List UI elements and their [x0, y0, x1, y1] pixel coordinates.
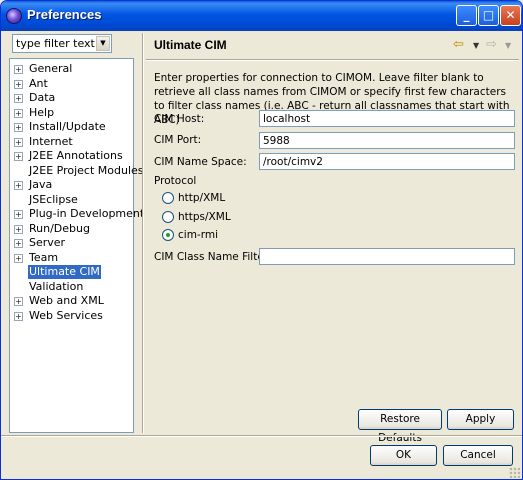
panel-splitter[interactable]: [142, 33, 144, 433]
tree-item-label: Web Services: [29, 308, 103, 322]
tree-item-label: Web and XML: [29, 294, 104, 307]
ok-button[interactable]: OK: [370, 445, 437, 466]
close-button[interactable]: ✕: [500, 5, 521, 26]
maximize-button[interactable]: □: [478, 5, 499, 26]
eclipse-icon: [6, 8, 22, 24]
preferences-nav: type filter text ▼ + General + Ant + Data + Hel…: [9, 32, 144, 433]
radio-button[interactable]: [162, 211, 174, 223]
radio-button[interactable]: [162, 192, 174, 204]
tree-item-label: Internet: [29, 134, 73, 148]
tree-item-label: Server: [29, 236, 66, 249]
minimize-icon: _: [463, 8, 470, 22]
chevron-down-icon[interactable]: ▼: [96, 36, 110, 51]
tree-item-label: Install/Update: [29, 120, 106, 133]
cim-host-input[interactable]: [259, 110, 515, 127]
cim-namespace-label: CIM Name Space:: [154, 156, 247, 168]
forward-arrow-icon[interactable]: ⇨: [486, 37, 497, 52]
tree-item-label: JSEclipse: [29, 192, 78, 206]
title-bar[interactable]: Preferences _ □ ✕: [1, 1, 522, 31]
tree-item-label: Run/Debug: [29, 221, 90, 235]
expand-plus-icon[interactable]: +: [14, 108, 23, 118]
close-icon: ✕: [505, 8, 516, 22]
radio-label: https/XML: [178, 211, 231, 223]
tree-item-label: J2EE Project Modules: [29, 163, 144, 177]
tree-item-label: Team: [29, 250, 59, 264]
resize-grip-icon[interactable]: [509, 467, 520, 478]
expand-plus-icon[interactable]: +: [14, 79, 23, 89]
tree-item-label: Plug-in Development: [29, 207, 145, 220]
expand-plus-icon[interactable]: +: [14, 224, 23, 234]
forward-menu-chevron-icon[interactable]: ▼: [505, 41, 511, 50]
tree-item-label: J2EE Annotations: [29, 149, 123, 162]
filter-input[interactable]: type filter text ▼: [12, 34, 112, 53]
expand-plus-icon[interactable]: +: [14, 94, 23, 103]
apply-button[interactable]: Apply: [447, 409, 514, 430]
tree-item-label: Ultimate CIM: [28, 265, 101, 279]
tree-item-label: Ant: [29, 76, 48, 90]
minimize-button[interactable]: _: [456, 5, 477, 26]
footer-divider: [1, 435, 522, 437]
tree-item-label: Data: [29, 91, 56, 104]
back-arrow-icon[interactable]: ⇦: [453, 37, 464, 52]
cim-port-label: CIM Port:: [154, 134, 202, 146]
cim-port-input[interactable]: [259, 132, 515, 149]
preferences-window: Preferences _ □ ✕ type filter text ▼ + Ge…: [0, 0, 523, 480]
tree-item-label: Java: [29, 178, 53, 191]
preferences-tree[interactable]: + General + Ant + Data + Help + Install/Update + In…: [9, 58, 144, 433]
expand-plus-icon[interactable]: +: [14, 210, 23, 219]
expand-plus-icon[interactable]: +: [14, 137, 23, 147]
expand-plus-icon[interactable]: +: [14, 253, 23, 263]
tree-item-label: Help: [29, 105, 55, 119]
protocol-label: Protocol: [154, 175, 197, 187]
expand-plus-icon[interactable]: +: [14, 239, 23, 248]
tree-item-label: Validation: [29, 279, 84, 293]
radio-label: cim-rmi: [178, 229, 218, 241]
page-title: Ultimate CIM: [154, 38, 227, 52]
maximize-icon: □: [482, 8, 495, 22]
expand-plus-icon[interactable]: +: [14, 123, 23, 132]
class-filter-label: CIM Class Name Filter:: [154, 251, 272, 263]
filter-text: type filter text: [16, 37, 95, 50]
tree-item-label: General: [29, 62, 73, 75]
radio-button[interactable]: [162, 229, 174, 241]
expand-plus-icon[interactable]: +: [14, 65, 23, 74]
restore-defaults-button[interactable]: Restore Defaults: [358, 409, 442, 444]
expand-plus-icon[interactable]: +: [14, 311, 23, 321]
window-title: Preferences: [27, 7, 102, 22]
class-filter-input[interactable]: [259, 248, 515, 265]
radio-label: http/XML: [178, 192, 226, 204]
expand-plus-icon[interactable]: +: [14, 152, 23, 161]
header-divider: [146, 59, 519, 61]
expand-plus-icon[interactable]: +: [14, 181, 23, 190]
back-menu-chevron-icon[interactable]: ▼: [473, 41, 479, 50]
expand-plus-icon[interactable]: +: [14, 297, 23, 306]
cim-host-label: CIM Host:: [154, 113, 205, 125]
cancel-button[interactable]: Cancel: [443, 445, 513, 466]
cim-namespace-input[interactable]: [259, 153, 515, 170]
